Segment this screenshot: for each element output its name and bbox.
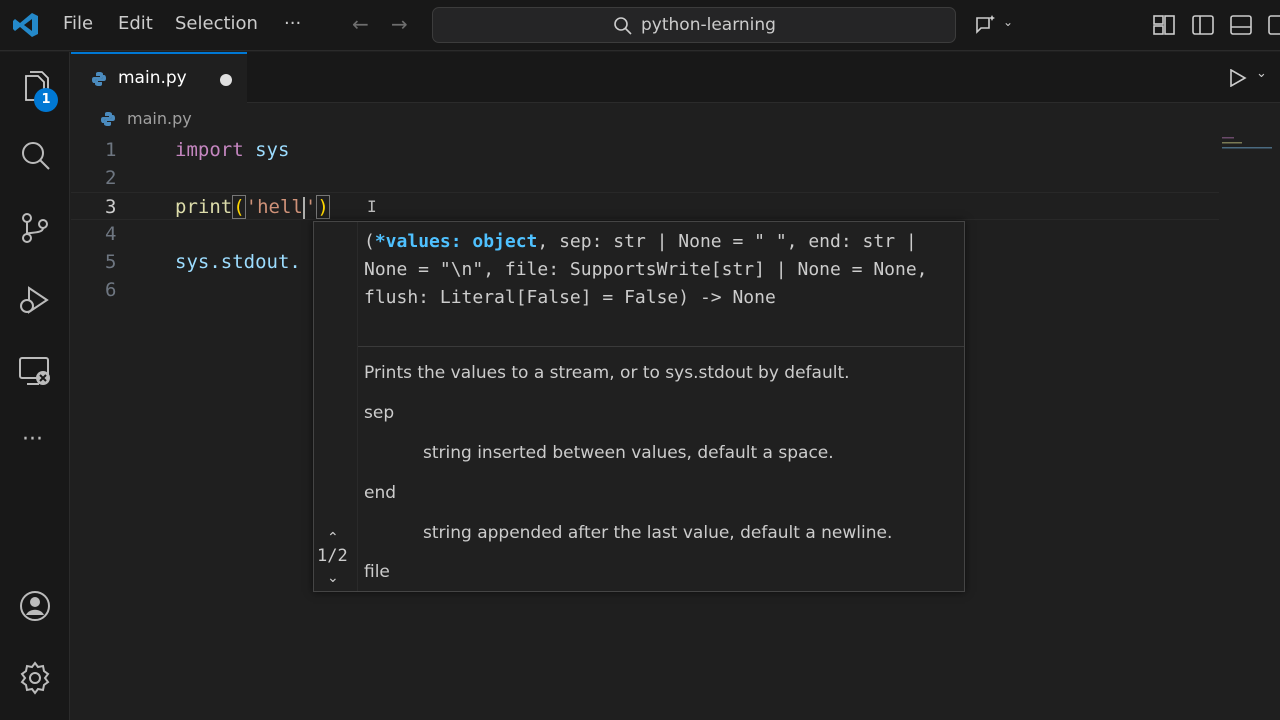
breadcrumb-file[interactable]: main.py <box>127 109 192 128</box>
copilot-chat-icon[interactable] <box>973 13 999 37</box>
param-name: end <box>364 483 397 503</box>
code-line-current: 3 print('hell ') <box>71 192 1219 220</box>
function-description: Prints the values to a stream, or to sys… <box>364 363 850 383</box>
toggle-panel-icon[interactable] <box>1229 13 1253 37</box>
line-number: 3 <box>105 196 117 218</box>
search-icon <box>614 17 632 35</box>
run-options-chevron-icon[interactable]: ⌄ <box>1256 66 1267 81</box>
unsaved-dot-icon[interactable] <box>220 74 232 86</box>
signature-help-widget: ⌃ 1/2 ⌄ (*values: object, sep: str | Non… <box>313 221 965 592</box>
python-file-icon <box>92 72 106 86</box>
run-and-debug-icon[interactable] <box>17 282 53 318</box>
explorer-badge: 1 <box>34 88 58 112</box>
menu-edit[interactable]: Edit <box>118 13 153 34</box>
forward-arrow-icon[interactable]: → <box>391 12 408 36</box>
python-file-icon <box>101 112 115 126</box>
toggle-secondary-sidebar-icon[interactable] <box>1267 13 1280 37</box>
source-control-icon[interactable] <box>17 210 53 246</box>
customize-layout-icon[interactable] <box>1152 13 1176 37</box>
vscode-logo-icon <box>13 13 38 37</box>
command-center-search[interactable]: python-learning <box>432 7 956 43</box>
mouse-ibeam-cursor-icon: I <box>367 197 377 216</box>
more-views-icon[interactable]: ··· <box>22 427 58 463</box>
toggle-primary-sidebar-icon[interactable] <box>1191 13 1215 37</box>
search-icon[interactable] <box>17 138 53 174</box>
editor-tab-bar: main.py ⌄ <box>71 52 1280 103</box>
param-doc: string appended after the last value, de… <box>423 523 893 543</box>
function-signature: (*values: object, sep: str | None = " ",… <box>364 231 939 308</box>
chevron-down-icon[interactable]: ⌄ <box>1003 15 1013 29</box>
line-number: 5 <box>105 251 117 273</box>
settings-gear-icon[interactable] <box>17 660 53 696</box>
activity-bar: 1 ··· <box>0 52 70 720</box>
overload-counter: 1/2 <box>317 546 348 566</box>
account-icon[interactable] <box>17 588 53 624</box>
code-text: print('hell ') <box>175 195 330 219</box>
code-text: sys.stdout. <box>175 251 301 273</box>
tab-label: main.py <box>118 68 187 88</box>
menu-selection[interactable]: Selection <box>175 13 258 34</box>
minimap[interactable] <box>1222 136 1274 152</box>
param-name: sep <box>364 403 395 423</box>
remote-explorer-icon[interactable] <box>17 354 53 390</box>
line-number: 4 <box>105 223 117 245</box>
param-doc: string inserted between values, default … <box>423 443 834 463</box>
code-line: 1 import sys <box>71 136 1219 164</box>
line-number: 1 <box>105 139 117 161</box>
tab-main-py[interactable]: main.py <box>71 52 247 103</box>
menu-file[interactable]: File <box>63 13 93 34</box>
next-overload-chevron-icon[interactable]: ⌄ <box>327 570 339 586</box>
overload-navigator: ⌃ 1/2 ⌄ <box>314 222 358 591</box>
line-number: 2 <box>105 167 117 189</box>
code-line: 2 <box>71 164 1219 192</box>
back-arrow-icon[interactable]: ← <box>352 12 369 36</box>
run-python-file-icon[interactable] <box>1228 69 1248 87</box>
search-text: python-learning <box>641 15 776 35</box>
code-text: import sys <box>175 139 290 161</box>
title-bar: File Edit Selection ··· ← → python-learn… <box>0 0 1280 51</box>
previous-overload-chevron-icon[interactable]: ⌃ <box>327 530 339 546</box>
active-parameter: *values: object <box>374 231 538 252</box>
param-name: file <box>364 562 390 582</box>
line-number: 6 <box>105 279 117 301</box>
divider <box>358 346 964 347</box>
menu-more[interactable]: ··· <box>284 13 301 34</box>
